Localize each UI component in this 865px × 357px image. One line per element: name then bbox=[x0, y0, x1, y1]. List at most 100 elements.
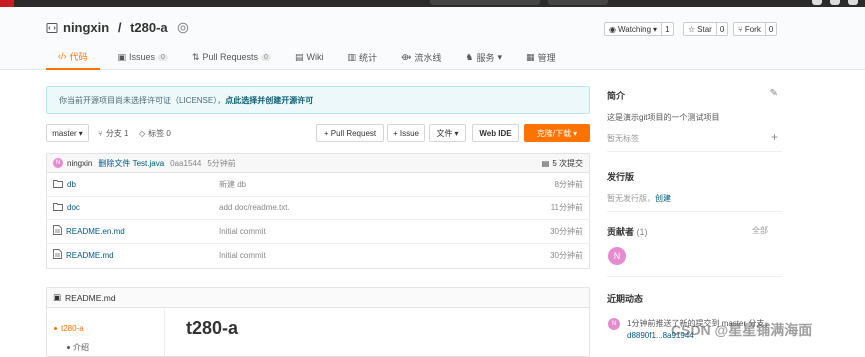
toc-subitem[interactable]: 介绍 bbox=[67, 342, 89, 353]
folder-icon bbox=[53, 202, 63, 213]
gitee-logo-strip[interactable] bbox=[0, 0, 14, 7]
intro-text: 这是演示git项目的一个测试项目 bbox=[607, 113, 720, 122]
tab-services[interactable]: ♞ 服务 ▾ bbox=[453, 44, 514, 70]
tab-manage[interactable]: ▦ 管理 bbox=[514, 44, 568, 70]
branches-link[interactable]: ⑂ 分支 1 bbox=[98, 128, 128, 139]
star-button[interactable]: ☆ Star bbox=[683, 22, 717, 36]
branches-label: 分支 1 bbox=[105, 129, 129, 138]
watch-count[interactable]: 1 bbox=[662, 22, 674, 36]
all-contributors-link[interactable]: 全部 bbox=[752, 225, 768, 236]
new-pull-request-button[interactable]: + Pull Request bbox=[316, 124, 384, 142]
file-commit-message[interactable]: 新建 db bbox=[219, 179, 246, 190]
top-nav-bar bbox=[0, 0, 865, 7]
repo-header: ningxin / t280-a ◉ Watching ▾ 1 ☆ Star 0… bbox=[0, 7, 865, 70]
file-name-label: README.en.md bbox=[66, 226, 125, 236]
toc-item-label: t280-a bbox=[61, 324, 84, 333]
chart-icon: ▥ bbox=[347, 51, 356, 62]
fork-button-group[interactable]: ⑂ Fork 0 bbox=[733, 22, 778, 36]
table-row[interactable]: db 新建 db 8分钟前 bbox=[47, 173, 589, 197]
pipeline-icon: ⟴ bbox=[400, 51, 412, 62]
repo-owner-link[interactable]: ningxin bbox=[63, 20, 109, 35]
repo-name-link[interactable]: t280-a bbox=[130, 20, 168, 35]
commit-message[interactable]: 删除文件 Test.java bbox=[98, 158, 164, 169]
commit-count-label: 5 次提交 bbox=[552, 158, 583, 168]
web-ide-button[interactable]: Web IDE bbox=[472, 124, 519, 142]
search-box-edge[interactable] bbox=[430, 0, 540, 5]
file-name[interactable]: README.en.md bbox=[53, 225, 125, 237]
top-nav-button[interactable] bbox=[830, 0, 840, 5]
branch-select[interactable]: master ▾ bbox=[46, 124, 89, 142]
services-icon: ♞ bbox=[465, 51, 474, 62]
star-button-group[interactable]: ☆ Star 0 bbox=[683, 22, 729, 36]
tab-label: 服务 bbox=[476, 52, 495, 63]
caret-down-icon: ▾ bbox=[454, 128, 459, 138]
file-name-label: db bbox=[67, 179, 76, 189]
intro-title: 简介 bbox=[607, 91, 626, 101]
fork-count[interactable]: 0 bbox=[765, 22, 778, 36]
fork-label: Fork bbox=[744, 24, 761, 34]
file-commit-message[interactable]: Initial commit bbox=[219, 251, 266, 260]
no-tags-text: 暂无标签 bbox=[607, 134, 639, 143]
file-name[interactable]: README.md bbox=[53, 249, 114, 261]
star-count[interactable]: 0 bbox=[716, 22, 729, 36]
avatar[interactable]: N bbox=[608, 318, 620, 330]
code-icon: ‹/› bbox=[58, 51, 67, 61]
tab-label: 代码 bbox=[69, 51, 88, 62]
create-release-link[interactable]: 创建 bbox=[655, 194, 671, 203]
latest-commit: N ningxin 删除文件 Test.java 0aa1544 5分钟前 ▤ … bbox=[47, 154, 589, 173]
create-license-link[interactable]: 点此选择并创建开源许可 bbox=[225, 95, 313, 106]
add-tag-icon[interactable]: + bbox=[771, 130, 778, 144]
readme-header: ▣ README.md bbox=[47, 288, 589, 308]
divider bbox=[607, 276, 782, 277]
contributors-title: 贡献者 (1) bbox=[607, 225, 648, 238]
file-name[interactable]: doc bbox=[53, 202, 80, 213]
tab-pipeline[interactable]: ⟴ 流水线 bbox=[389, 44, 453, 70]
commit-author[interactable]: ningxin bbox=[67, 159, 92, 168]
readme-filename: README.md bbox=[65, 292, 116, 303]
manage-icon: ▦ bbox=[526, 51, 535, 62]
table-row[interactable]: README.md Initial commit 30分钟前 bbox=[47, 244, 589, 268]
contributors-label: 贡献者 bbox=[607, 227, 635, 237]
watch-button-group[interactable]: ◉ Watching ▾ 1 bbox=[604, 22, 674, 36]
tab-code[interactable]: ‹/› 代码 bbox=[46, 44, 100, 70]
avatar[interactable]: N bbox=[608, 247, 626, 265]
bullet-icon bbox=[54, 327, 57, 330]
file-commit-message[interactable]: Initial commit bbox=[219, 227, 266, 236]
tags-link[interactable]: ◇ 标签 0 bbox=[139, 128, 171, 139]
table-row[interactable]: README.en.md Initial commit 30分钟前 bbox=[47, 220, 589, 244]
file-commit-time: 30分钟前 bbox=[550, 226, 583, 236]
watch-button[interactable]: ◉ Watching ▾ bbox=[604, 22, 663, 36]
license-notice-text: 你当前开源项目尚未选择许可证（LICENSE）， bbox=[59, 95, 226, 105]
table-row[interactable]: doc add doc/readme.txt. 11分钟前 bbox=[47, 197, 589, 220]
tab-label: 流水线 bbox=[414, 52, 442, 63]
clone-download-button[interactable]: 克隆/下载 ▾ bbox=[524, 124, 590, 142]
tab-issues[interactable]: ▣ Issues 0 bbox=[106, 44, 180, 70]
commit-hash[interactable]: 0aa1544 bbox=[170, 159, 201, 168]
commit-time: 5分钟前 bbox=[207, 158, 236, 168]
branch-select-label: master bbox=[52, 128, 77, 138]
folder-icon bbox=[53, 179, 63, 190]
divider bbox=[607, 151, 782, 152]
new-issue-button[interactable]: + Issue bbox=[387, 124, 425, 142]
file-menu-button[interactable]: 文件 ▾ bbox=[429, 124, 466, 142]
file-commit-message[interactable]: add doc/readme.txt. bbox=[219, 203, 290, 212]
open-source-badge-icon bbox=[177, 22, 189, 34]
tab-wiki[interactable]: ▤ Wiki bbox=[283, 44, 336, 70]
commit-count-link[interactable]: ▤ 5 次提交 bbox=[542, 158, 583, 169]
toc-item[interactable]: t280-a bbox=[54, 324, 84, 333]
tab-label: 统计 bbox=[358, 52, 377, 63]
file-name[interactable]: db bbox=[53, 179, 76, 190]
edit-icon[interactable]: ✎ bbox=[770, 88, 778, 99]
top-nav-button[interactable] bbox=[848, 0, 858, 5]
repo-separator: / bbox=[114, 20, 126, 35]
readme-panel: ▣ README.md t280-a 介绍 t280-a bbox=[46, 287, 590, 357]
contributors-count: (1) bbox=[636, 227, 648, 237]
tab-stats[interactable]: ▥ 统计 bbox=[335, 44, 389, 70]
avatar[interactable]: N bbox=[53, 158, 63, 168]
tab-pull-requests[interactable]: ⇅ Pull Requests 0 bbox=[180, 44, 283, 70]
readme-toc: t280-a 介绍 bbox=[47, 309, 165, 357]
top-nav-button[interactable] bbox=[812, 0, 822, 5]
fork-button[interactable]: ⑂ Fork bbox=[733, 22, 766, 36]
file-name-label: doc bbox=[67, 203, 80, 213]
top-nav-item[interactable] bbox=[548, 0, 608, 5]
